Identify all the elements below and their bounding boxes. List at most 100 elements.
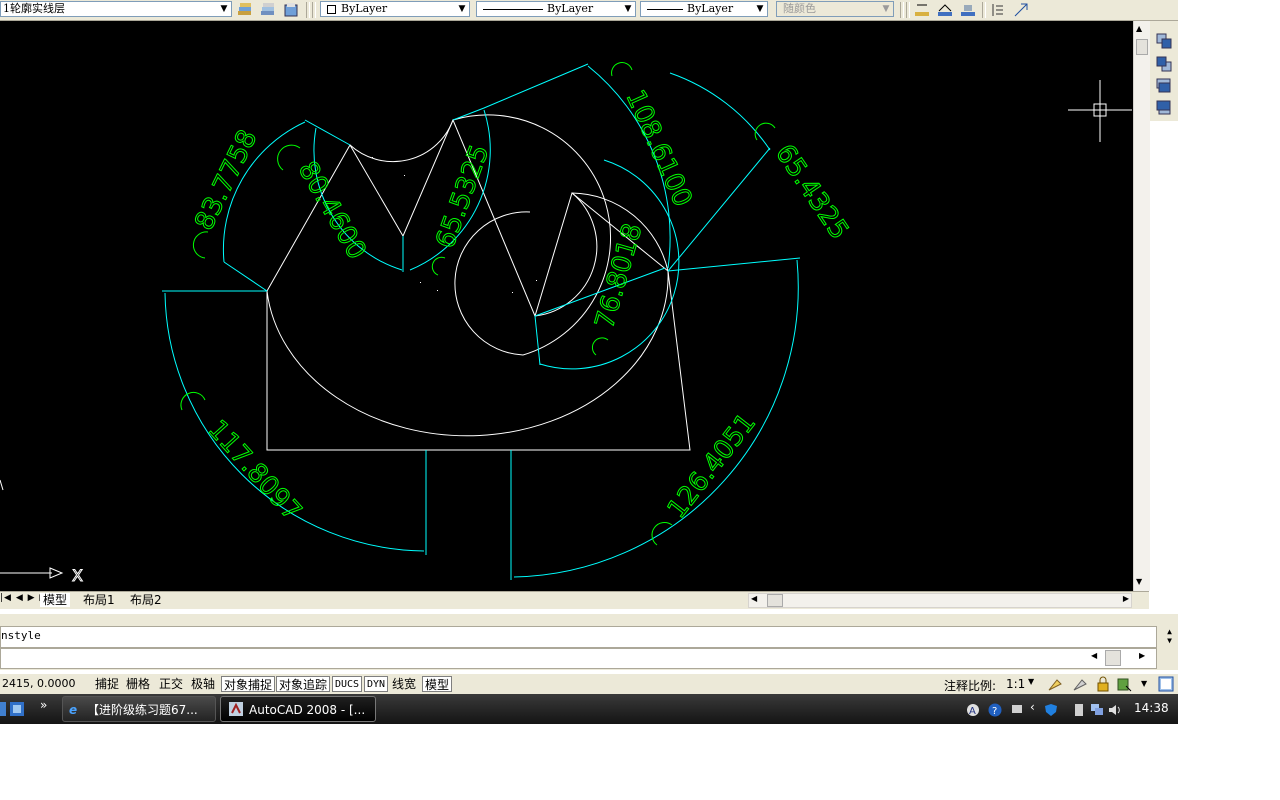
desktop-icon[interactable] xyxy=(10,702,24,716)
tab-layout2[interactable]: 布局2 xyxy=(127,593,165,607)
bring-above-icon[interactable] xyxy=(1156,78,1172,94)
volume-icon[interactable] xyxy=(1108,703,1122,717)
annotation-scale-label: 注释比例: xyxy=(944,679,997,693)
drawing-canvas[interactable]: 83.7758 80.4600 65.5325 108.6100 65.4325… xyxy=(0,21,1133,591)
color-swatch-icon xyxy=(327,5,336,14)
distance-icon[interactable] xyxy=(914,2,930,18)
send-under-icon[interactable] xyxy=(1156,100,1172,116)
lineweight-sample-icon xyxy=(647,9,683,10)
toolbar-separator xyxy=(906,2,910,18)
annotation-visibility-icon[interactable] xyxy=(1047,676,1063,692)
task-button-ie[interactable]: e 【进阶级练习题67... xyxy=(62,696,216,722)
scroll-thumb[interactable] xyxy=(767,594,783,607)
side-blank-area xyxy=(1150,121,1178,591)
network-icon[interactable] xyxy=(1090,703,1104,717)
status-menu-icon[interactable]: ▼ xyxy=(1141,679,1147,688)
scroll-thumb[interactable] xyxy=(1136,39,1148,55)
bring-to-front-icon[interactable] xyxy=(1156,33,1172,49)
properties-toolbar: 1轮廓实线层 ▼ ByLayer ▼ ByLayer ▼ ByLayer ▼ 随… xyxy=(0,0,1178,21)
horizontal-scrollbar[interactable]: ◀ ▶ xyxy=(748,593,1132,608)
arc-length-symbol xyxy=(754,122,776,141)
scroll-down-icon[interactable]: ▼ xyxy=(1136,577,1142,586)
region-mass-icon[interactable] xyxy=(960,2,976,18)
arc-length-symbol xyxy=(611,62,633,77)
security-shield-icon[interactable] xyxy=(1044,703,1058,717)
osnap-toggle[interactable]: 对象捕捉 xyxy=(221,676,276,692)
linetype-sample-icon xyxy=(483,9,543,10)
layer-properties-icon[interactable] xyxy=(237,2,253,18)
arc-length-symbol xyxy=(591,337,609,356)
ucs-icon xyxy=(0,479,64,579)
command-history-text: nstyle xyxy=(1,629,41,642)
ortho-toggle[interactable]: 正交 xyxy=(157,676,185,692)
vertical-scrollbar[interactable]: ▲ ▼ xyxy=(1133,21,1150,591)
scroll-left-icon[interactable]: ◀ xyxy=(1091,651,1097,660)
tab-model[interactable]: 模型 xyxy=(40,593,71,607)
snap-toggle[interactable]: 捕捉 xyxy=(93,676,121,692)
toolbar-separator xyxy=(900,2,904,18)
layer-previous-icon[interactable] xyxy=(283,2,299,18)
command-scroll-icon[interactable]: ▲ ▼ xyxy=(1167,627,1172,645)
taskbar-overflow-chevron[interactable]: » xyxy=(40,698,47,712)
ucs-x-label: X xyxy=(72,566,83,585)
dim-text: 117.8097 xyxy=(202,415,307,527)
dyn-toggle[interactable]: DYN xyxy=(364,676,389,692)
ie-icon: e xyxy=(69,703,78,717)
scroll-left-icon[interactable]: ◀ xyxy=(751,594,757,603)
plotstyle-control-dropdown[interactable]: 随颜色 ▼ xyxy=(776,1,894,17)
autocad-icon xyxy=(229,702,243,716)
chevron-down-icon: ▼ xyxy=(882,4,890,14)
help-icon[interactable]: ? xyxy=(988,703,1002,717)
ime-icon[interactable]: A xyxy=(966,703,980,717)
dim-text: 108.6100 xyxy=(620,86,698,212)
area-icon[interactable] xyxy=(937,2,953,18)
svg-text:?: ? xyxy=(992,706,997,717)
taskbar: » e 【进阶级练习题67... AutoCAD 2008 - [... A ?… xyxy=(0,694,1178,724)
tab-layout1[interactable]: 布局1 xyxy=(80,593,118,607)
auto-scale-icon[interactable] xyxy=(1072,676,1088,692)
layer-dropdown[interactable]: 1轮廓实线层 ▼ xyxy=(0,1,232,17)
tray-expand-icon[interactable]: ‹ xyxy=(1030,700,1035,714)
send-to-back-icon[interactable] xyxy=(1156,56,1172,72)
toolbar-separator xyxy=(312,2,316,18)
annotation-scale-value[interactable]: 1:1 xyxy=(1006,677,1025,691)
otrack-toggle[interactable]: 对象追踪 xyxy=(276,676,331,692)
grid-toggle[interactable]: 栅格 xyxy=(124,676,152,692)
task-button-autocad[interactable]: AutoCAD 2008 - [... xyxy=(220,696,376,722)
locate-point-icon[interactable] xyxy=(1013,2,1029,18)
model-toggle[interactable]: 模型 xyxy=(422,676,453,692)
command-input[interactable]: ◀ ▶ xyxy=(0,648,1157,669)
coordinate-readout[interactable]: 2415, 0.0000 xyxy=(0,676,90,692)
ducs-toggle[interactable]: DUCS xyxy=(332,676,363,692)
lineweight-toggle[interactable]: 线宽 xyxy=(390,676,418,692)
lineweight-value: ByLayer xyxy=(687,2,734,15)
toolbar-separator xyxy=(306,2,310,18)
device-icon[interactable] xyxy=(1072,703,1086,717)
polar-toggle[interactable]: 极轴 xyxy=(189,676,217,692)
scroll-right-icon[interactable]: ▶ xyxy=(1123,594,1129,603)
dim-text: 76.8018 xyxy=(590,220,648,332)
lineweight-control-dropdown[interactable]: ByLayer ▼ xyxy=(640,1,768,17)
color-control-dropdown[interactable]: ByLayer ▼ xyxy=(320,1,470,17)
ext-line xyxy=(223,261,268,292)
arc-length-symbol xyxy=(431,256,446,276)
scroll-up-icon[interactable]: ▲ xyxy=(1136,24,1142,33)
clean-screen-icon[interactable] xyxy=(1158,676,1174,692)
list-icon[interactable] xyxy=(990,2,1006,18)
svg-text:A: A xyxy=(969,706,976,717)
ext-line xyxy=(667,257,801,272)
scroll-thumb[interactable] xyxy=(1105,650,1121,666)
hardware-acceleration-icon[interactable] xyxy=(1116,676,1132,692)
layer-current-icon[interactable] xyxy=(260,2,276,18)
dim-text: 65.4325 xyxy=(769,139,854,245)
linetype-control-dropdown[interactable]: ByLayer ▼ xyxy=(476,1,636,17)
quicklaunch-icon[interactable] xyxy=(0,702,8,716)
chevron-down-icon[interactable]: ▼ xyxy=(1028,677,1034,686)
scroll-right-icon[interactable]: ▶ xyxy=(1139,651,1145,660)
task-label: 【进阶级练习题67... xyxy=(87,703,198,717)
lock-icon[interactable] xyxy=(1095,676,1111,692)
ext-line xyxy=(534,315,541,366)
layer-name: 1轮廓实线层 xyxy=(3,2,65,15)
tray-settings-icon[interactable] xyxy=(1010,703,1024,717)
dim-text: 80.4600 xyxy=(292,157,372,265)
